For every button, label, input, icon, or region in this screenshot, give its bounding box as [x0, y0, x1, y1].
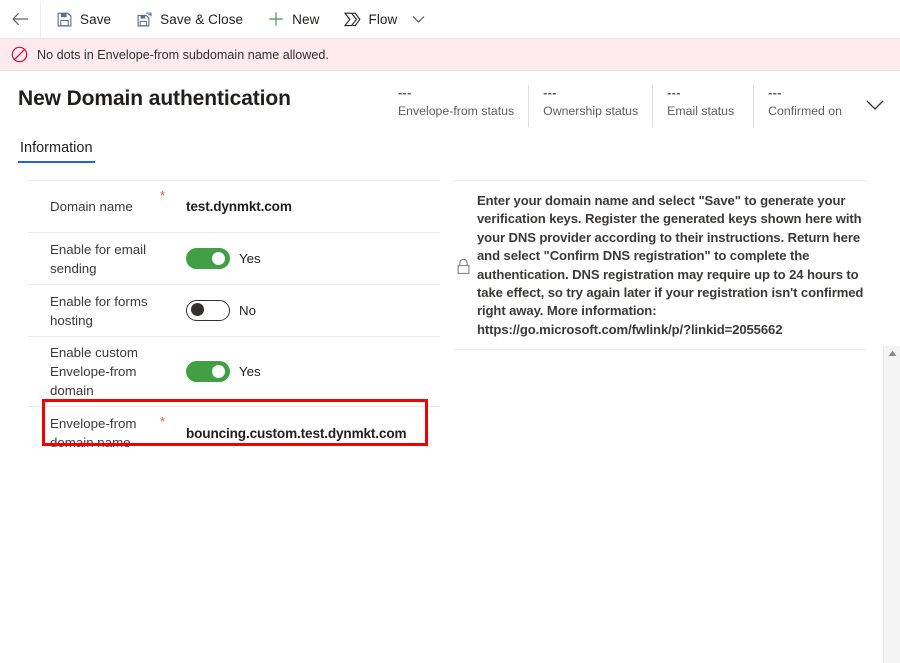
status-confirmed-on: --- Confirmed on [753, 85, 856, 127]
field-enable-forms-hosting-label: Enable for forms hosting [50, 293, 148, 328]
new-button[interactable]: New [257, 1, 329, 38]
info-panel: Enter your domain name and select "Save"… [454, 180, 866, 477]
flow-button-label: Flow [368, 11, 398, 27]
toggle-enable-custom-envelope-from[interactable]: Yes [186, 361, 261, 382]
save-button[interactable]: Save [45, 1, 121, 38]
toggle-enable-forms-hosting-value: No [239, 303, 256, 318]
save-and-close-button-label: Save & Close [160, 11, 244, 27]
flow-icon [343, 10, 361, 28]
error-notification-text: No dots in Envelope-from subdomain name … [37, 47, 329, 62]
save-and-close-button[interactable]: Save & Close [125, 1, 253, 38]
field-domain-name[interactable]: Domain name * test.dynmkt.com [28, 181, 440, 233]
toggle-enable-email-sending[interactable]: Yes [186, 248, 261, 269]
save-and-close-icon [135, 10, 153, 28]
required-indicator-spacer [160, 239, 186, 243]
toggle-knob [191, 303, 204, 317]
scroll-up-arrow-icon[interactable] [888, 350, 897, 357]
field-domain-name-label: Domain name [50, 199, 133, 214]
tab-information[interactable]: Information [18, 137, 95, 163]
vertical-scrollbar[interactable] [883, 346, 900, 663]
field-enable-custom-envelope-from-label: Enable custom Envelope-from domain [50, 345, 138, 398]
toggle-enable-forms-hosting[interactable]: No [186, 300, 256, 321]
toggle-knob [212, 252, 225, 265]
toggle-knob [212, 365, 225, 378]
info-panel-text: Enter your domain name and select "Save"… [477, 193, 864, 337]
tab-bar: Information [0, 137, 900, 163]
save-icon [55, 10, 73, 28]
status-envelope-from: --- Envelope-from status [380, 85, 528, 127]
field-enable-email-sending-label: Enable for email sending [50, 241, 147, 276]
lock-icon [457, 258, 470, 275]
plus-icon [267, 10, 285, 28]
command-bar-overflow-button[interactable] [407, 1, 429, 38]
required-indicator-spacer [160, 343, 186, 347]
toggle-enable-email-sending-value: Yes [239, 251, 261, 266]
page-header: New Domain authentication --- Envelope-f… [0, 71, 900, 133]
status-confirmed-on-label: Confirmed on [768, 104, 842, 118]
status-email-value: --- [667, 86, 681, 100]
tab-information-label: Information [20, 140, 93, 156]
command-bar: Save Save & Close New Flow [0, 0, 900, 39]
required-indicator: * [160, 188, 166, 203]
back-arrow-icon [11, 12, 28, 26]
form-content: Domain name * test.dynmkt.com Enable for… [0, 163, 900, 663]
status-envelope-from-label: Envelope-from status [397, 104, 515, 118]
status-ownership-value: --- [543, 86, 557, 100]
header-status-group: --- Envelope-from status --- Ownership s… [380, 85, 900, 127]
field-envelope-from-domain-name-label: Envelope-from domain name [50, 416, 137, 450]
field-enable-forms-hosting[interactable]: Enable for forms hosting No [28, 285, 440, 337]
field-enable-custom-envelope-from[interactable]: Enable custom Envelope-from domain Yes [28, 337, 440, 407]
toggle-switch[interactable] [186, 361, 230, 382]
field-envelope-from-domain-name[interactable]: Envelope-from domain name * bouncing.cus… [28, 407, 440, 459]
flow-button[interactable]: Flow [333, 1, 407, 38]
save-button-label: Save [80, 11, 112, 27]
required-indicator-spacer [160, 291, 186, 295]
back-button[interactable] [0, 0, 41, 38]
toggle-switch[interactable] [186, 248, 230, 269]
page-title: New Domain authentication [18, 87, 291, 110]
field-domain-name-value[interactable]: test.dynmkt.com [186, 199, 292, 214]
required-indicator: * [160, 414, 166, 429]
status-ownership: --- Ownership status [528, 85, 652, 127]
status-confirmed-on-value: --- [768, 86, 782, 100]
status-email: --- Email status [652, 85, 753, 127]
toggle-enable-custom-envelope-from-value: Yes [239, 364, 261, 379]
status-envelope-from-value: --- [397, 86, 412, 100]
error-blocked-icon [11, 46, 28, 63]
status-ownership-label: Ownership status [543, 104, 639, 118]
chevron-down-icon [412, 15, 425, 23]
field-envelope-from-domain-name-value[interactable]: bouncing.custom.test.dynmkt.com [186, 426, 407, 441]
header-expand-button[interactable] [858, 85, 892, 125]
status-email-label: Email status [667, 104, 735, 118]
toggle-switch[interactable] [186, 300, 230, 321]
error-notification-banner: No dots in Envelope-from subdomain name … [0, 39, 900, 71]
form-section: Domain name * test.dynmkt.com Enable for… [28, 180, 440, 477]
field-enable-email-sending[interactable]: Enable for email sending Yes [28, 233, 440, 285]
new-button-label: New [292, 11, 320, 27]
chevron-down-icon [866, 100, 884, 110]
